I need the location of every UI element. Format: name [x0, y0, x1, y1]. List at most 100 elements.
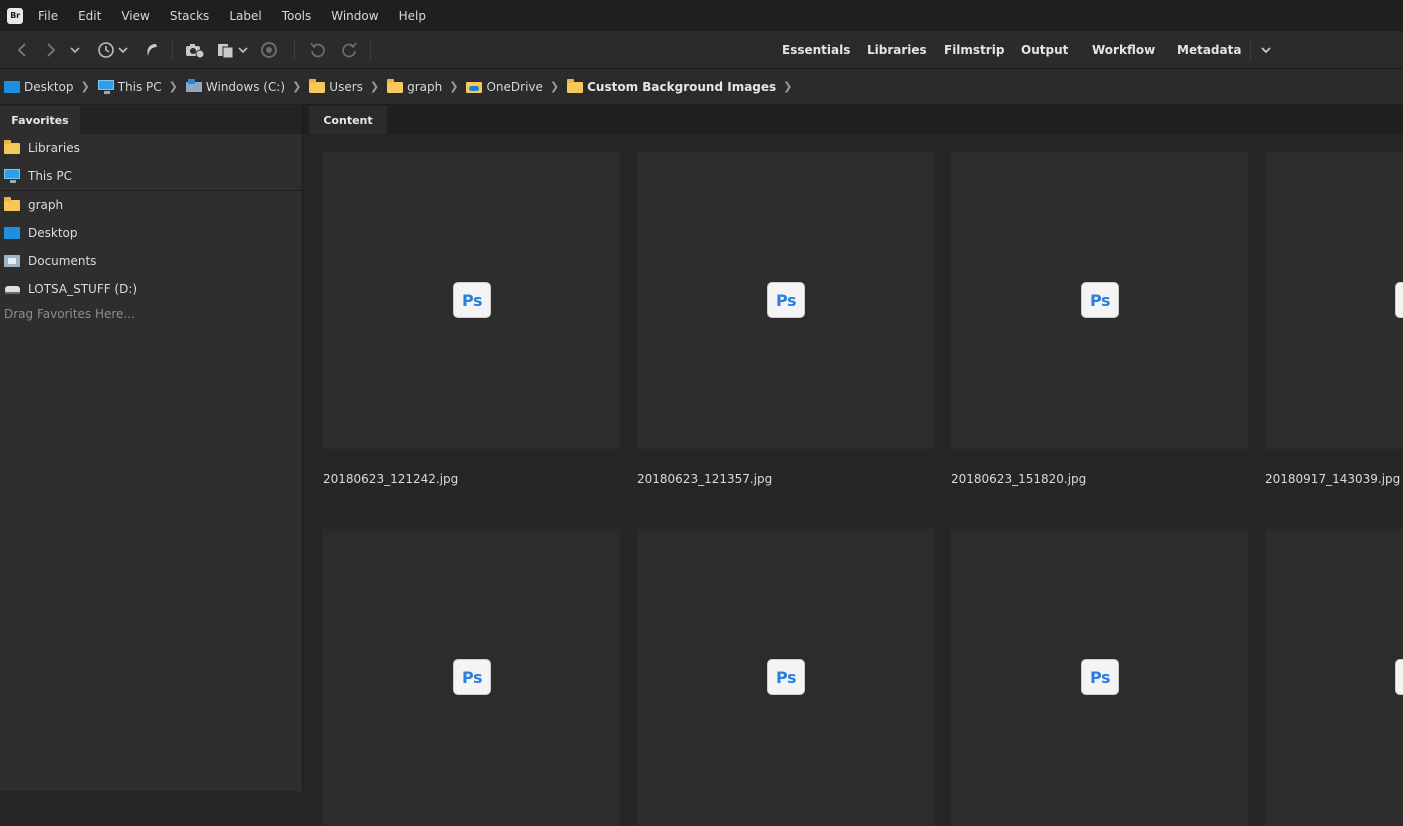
favorite-label: Desktop — [28, 226, 78, 240]
favorite-item-this-pc[interactable]: This PC — [0, 162, 302, 190]
breadcrumb-label: This PC — [117, 79, 162, 94]
favorite-item-lotsa-stuff[interactable]: LOTSA_STUFF (D:) — [0, 275, 302, 303]
folder-icon — [567, 79, 584, 93]
menu-window[interactable]: Window — [331, 9, 378, 23]
workspace-libraries[interactable]: Libraries — [867, 43, 927, 57]
photoshop-file-icon — [1395, 659, 1403, 695]
breadcrumb-label: Users — [329, 79, 363, 94]
chevron-right-icon[interactable]: ❯ — [550, 80, 559, 93]
folder-icon — [387, 79, 404, 93]
chevron-right-icon[interactable]: ❯ — [81, 80, 90, 93]
history-dropdown-icon[interactable] — [96, 40, 130, 60]
breadcrumb-label: graph — [407, 79, 443, 94]
chevron-right-icon[interactable]: ❯ — [292, 80, 301, 93]
menu-edit[interactable]: Edit — [78, 9, 101, 23]
thumbnail[interactable]: Ps — [323, 152, 620, 449]
toolbar: Essentials Libraries Filmstrip Output Wo… — [0, 31, 1403, 69]
menu-stacks[interactable]: Stacks — [170, 9, 209, 23]
menu-view[interactable]: View — [121, 9, 149, 23]
thumbnail[interactable]: Ps — [951, 152, 1248, 449]
thumbnail[interactable]: Ps — [323, 529, 620, 826]
onedrive-folder-icon — [466, 80, 483, 93]
thumbnail[interactable] — [1265, 529, 1403, 826]
forward-icon[interactable] — [41, 40, 61, 60]
chevron-right-icon[interactable]: ❯ — [169, 80, 178, 93]
favorite-label: This PC — [28, 169, 72, 183]
menu-tools[interactable]: Tools — [282, 9, 312, 23]
desktop-icon — [4, 80, 20, 93]
thumbnail[interactable]: Ps — [637, 529, 934, 826]
toolbar-separator — [1250, 40, 1251, 60]
toolbar-separator — [370, 40, 371, 60]
breadcrumb-label: Desktop — [24, 79, 74, 94]
workspace-output[interactable]: Output — [1021, 43, 1068, 57]
breadcrumb-item-desktop[interactable]: Desktop ❯ — [4, 80, 98, 94]
rotate-left-icon[interactable] — [308, 40, 328, 60]
boomerang-icon[interactable] — [141, 40, 161, 60]
thumbnail-filename: 20180623_121357.jpg — [637, 472, 773, 486]
breadcrumb-item-windows-c[interactable]: Windows (C:) ❯ — [185, 79, 309, 94]
menu-bar: Br File Edit View Stacks Label Tools Win… — [0, 0, 1403, 31]
workspace-metadata[interactable]: Metadata — [1177, 43, 1241, 57]
camera-get-photos-icon[interactable] — [185, 40, 205, 60]
workspace-workflow[interactable]: Workflow — [1092, 43, 1155, 57]
favorite-label: Documents — [28, 254, 97, 268]
workspace-filmstrip[interactable]: Filmstrip — [944, 43, 1004, 57]
breadcrumb-item-onedrive[interactable]: OneDrive ❯ — [466, 80, 567, 94]
favorite-item-desktop[interactable]: Desktop — [0, 219, 302, 247]
tab-content[interactable]: Content — [309, 106, 387, 134]
breadcrumb-label: Windows (C:) — [205, 79, 286, 94]
refine-icon[interactable] — [259, 40, 279, 60]
favorite-label: graph — [28, 198, 64, 212]
content-panel: Content Ps 20180623_121242.jpg Ps 201806… — [303, 106, 1403, 826]
breadcrumb-item-this-pc[interactable]: This PC ❯ — [97, 79, 186, 94]
breadcrumb-label: OneDrive — [486, 79, 543, 94]
favorites-drop-hint: Drag Favorites Here... — [4, 307, 135, 321]
drive-icon — [4, 282, 22, 296]
chevron-down-icon[interactable] — [65, 40, 85, 60]
workspace-essentials[interactable]: Essentials — [782, 43, 850, 57]
toolbar-separator — [172, 40, 173, 60]
desktop-icon — [4, 226, 22, 240]
thumbnail[interactable] — [1265, 152, 1403, 449]
rotate-right-icon[interactable] — [339, 40, 359, 60]
toolbar-separator — [294, 40, 295, 60]
chevron-right-icon[interactable]: ❯ — [783, 80, 792, 93]
photoshop-file-icon: Ps — [1081, 282, 1119, 318]
copy-dropdown-icon[interactable] — [215, 40, 251, 60]
photoshop-file-icon: Ps — [767, 659, 805, 695]
breadcrumb-item-graph[interactable]: graph ❯ — [387, 79, 466, 94]
back-icon[interactable] — [12, 40, 32, 60]
breadcrumb-item-users[interactable]: Users ❯ — [309, 79, 387, 94]
tab-favorites[interactable]: Favorites — [0, 106, 80, 134]
photoshop-file-icon: Ps — [453, 282, 491, 318]
breadcrumb-item-current[interactable]: Custom Background Images ❯ — [567, 79, 800, 94]
favorites-tab-bar: Favorites — [0, 106, 302, 134]
favorite-item-documents[interactable]: Documents — [0, 247, 302, 275]
chevron-right-icon[interactable]: ❯ — [370, 80, 379, 93]
favorite-label: Libraries — [28, 141, 80, 155]
folder-icon — [309, 79, 326, 93]
menu-help[interactable]: Help — [399, 9, 426, 23]
chevron-down-icon[interactable] — [1256, 40, 1276, 60]
chevron-right-icon[interactable]: ❯ — [449, 80, 458, 93]
pc-icon — [4, 169, 22, 183]
thumbnail-filename: 20180917_143039.jpg — [1265, 472, 1401, 486]
content-tab-bar: Content — [303, 106, 1403, 134]
menu-file[interactable]: File — [38, 9, 58, 23]
drive-c-icon — [185, 79, 202, 93]
thumbnail-filename: 20180623_121242.jpg — [323, 472, 459, 486]
pc-icon — [97, 80, 114, 94]
thumbnail[interactable]: Ps — [951, 529, 1248, 826]
menu-label[interactable]: Label — [229, 9, 261, 23]
favorite-item-graph[interactable]: graph — [0, 191, 302, 219]
photoshop-file-icon: Ps — [1081, 659, 1119, 695]
photoshop-file-icon: Ps — [767, 282, 805, 318]
folder-icon — [4, 140, 22, 155]
thumbnail[interactable]: Ps — [637, 152, 934, 449]
thumbnail-filename: 20180623_151820.jpg — [951, 472, 1087, 486]
bridge-logo-icon: Br — [7, 7, 23, 24]
documents-icon — [4, 254, 22, 268]
favorite-item-libraries[interactable]: Libraries — [0, 134, 302, 162]
favorite-label: LOTSA_STUFF (D:) — [28, 282, 138, 296]
